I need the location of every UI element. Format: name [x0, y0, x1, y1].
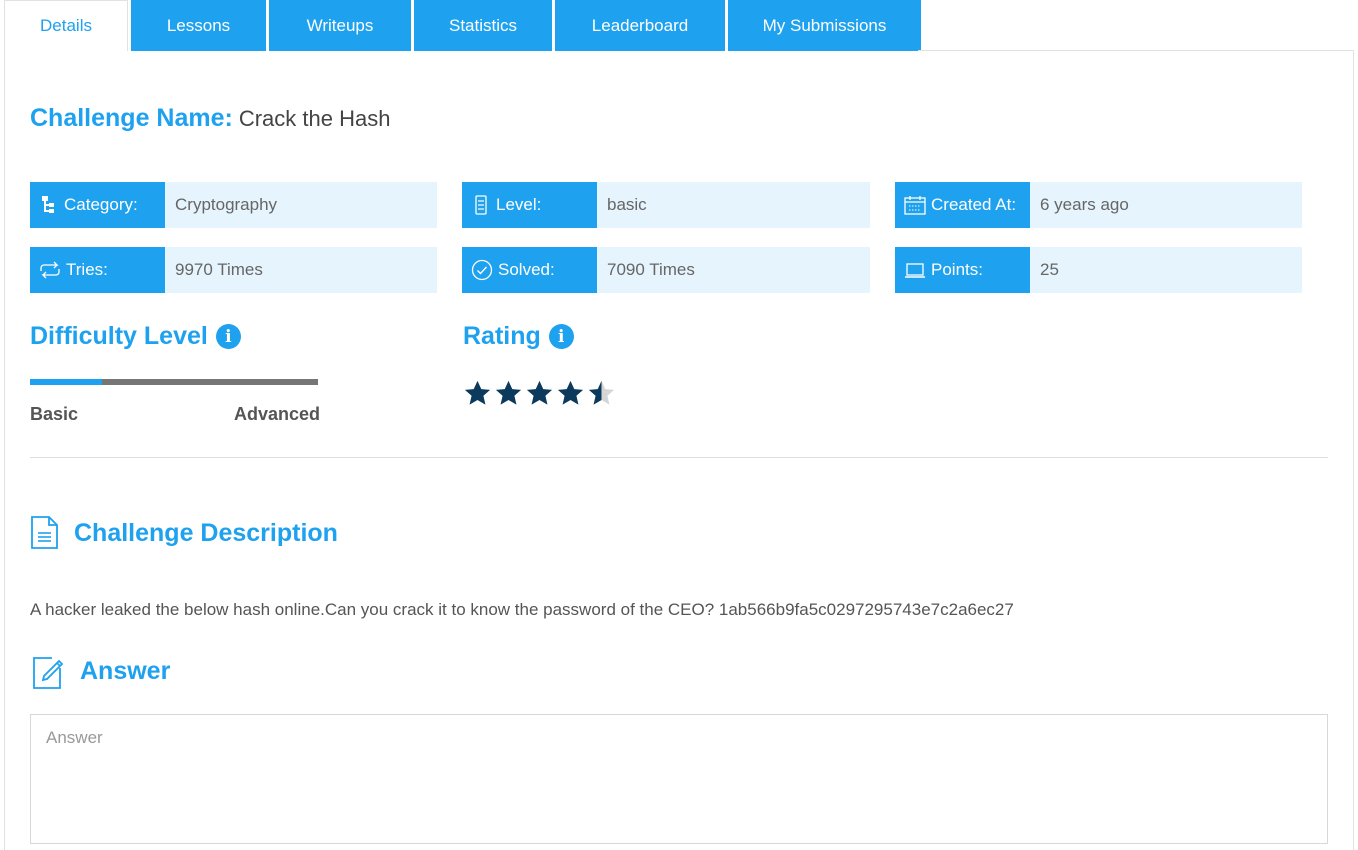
info-solved-label: Solved:: [498, 260, 555, 279]
info-points-label: Points:: [931, 260, 983, 279]
tab-details[interactable]: Details: [4, 0, 128, 51]
info-created-label: Created At:: [931, 195, 1017, 214]
tab-my-submissions[interactable]: My Submissions: [728, 0, 921, 51]
info-category-key: Category:: [30, 182, 165, 228]
info-solved: Solved: 7090 Times: [462, 247, 870, 293]
difficulty-bar: [30, 379, 318, 385]
difficulty-title: Difficulty Level i: [30, 322, 241, 351]
rating-title: Rating i: [463, 322, 574, 351]
challenge-name-value: Crack the Hash: [238, 106, 391, 131]
info-created-value: 6 years ago: [1040, 195, 1129, 214]
tab-leaderboard[interactable]: Leaderboard: [555, 0, 725, 51]
info-tries-label: Tries:: [66, 260, 108, 279]
edit-icon: [33, 657, 64, 689]
document-icon: [31, 516, 58, 549]
answer-title: Answer: [30, 652, 170, 690]
info-points-value: 25: [1040, 260, 1059, 279]
calendar-icon: [904, 196, 926, 215]
info-solved-key: Solved:: [462, 247, 597, 293]
difficulty-bar-fill: [30, 379, 102, 385]
tab-statistics[interactable]: Statistics: [414, 0, 552, 51]
difficulty-title-text: Difficulty Level: [30, 322, 208, 350]
level-icon: [475, 195, 487, 215]
difficulty-min-label: Basic: [30, 404, 79, 424]
tab-lessons[interactable]: Lessons: [131, 0, 266, 51]
info-solved-value: 7090 Times: [607, 260, 695, 279]
info-level: Level: basic: [462, 182, 870, 228]
challenge-name: Challenge Name: Crack the Hash: [30, 104, 390, 133]
rating-info-icon[interactable]: i: [548, 324, 574, 349]
info-level-label: Level:: [496, 195, 542, 214]
info-points: Points: 25: [895, 247, 1302, 293]
star-icon[interactable]: [525, 378, 554, 408]
rating-title-text: Rating: [463, 322, 541, 350]
info-tries-value: 9970 Times: [175, 260, 263, 279]
star-icon[interactable]: [463, 378, 492, 408]
info-created-key: Created At:: [895, 182, 1030, 228]
info-tries: Tries: 9970 Times: [30, 247, 437, 293]
rating-stars[interactable]: [463, 378, 618, 408]
info-level-value: basic: [607, 195, 647, 214]
info-level-key: Level:: [462, 182, 597, 228]
star-icon[interactable]: [494, 378, 523, 408]
tab-writeups[interactable]: Writeups: [269, 0, 411, 51]
check-circle-icon: [471, 259, 493, 281]
divider: [30, 457, 1328, 458]
challenge-name-label: Challenge Name:: [30, 104, 233, 132]
answer-title-text: Answer: [80, 656, 171, 685]
info-points-key: Points:: [895, 247, 1030, 293]
description-title: Challenge Description: [30, 516, 338, 550]
star-icon[interactable]: [587, 378, 616, 408]
info-category-label: Category:: [64, 195, 138, 214]
laptop-icon: [905, 263, 925, 278]
info-category: Category: Cryptography: [30, 182, 437, 228]
sitemap-icon: [42, 196, 54, 213]
difficulty-max-label: Advanced: [234, 404, 321, 424]
tab-bar: Details Lessons Writeups Statistics Lead…: [4, 0, 924, 51]
info-tries-key: Tries:: [30, 247, 165, 293]
answer-input[interactable]: [30, 714, 1328, 844]
description-title-text: Challenge Description: [74, 518, 338, 547]
info-created: Created At: 6 years ago: [895, 182, 1302, 228]
difficulty-info-icon[interactable]: i: [215, 324, 241, 349]
description-text: A hacker leaked the below hash online.Ca…: [30, 600, 1014, 619]
repeat-icon: [40, 261, 60, 279]
info-category-value: Cryptography: [175, 195, 278, 214]
star-icon[interactable]: [556, 378, 585, 408]
